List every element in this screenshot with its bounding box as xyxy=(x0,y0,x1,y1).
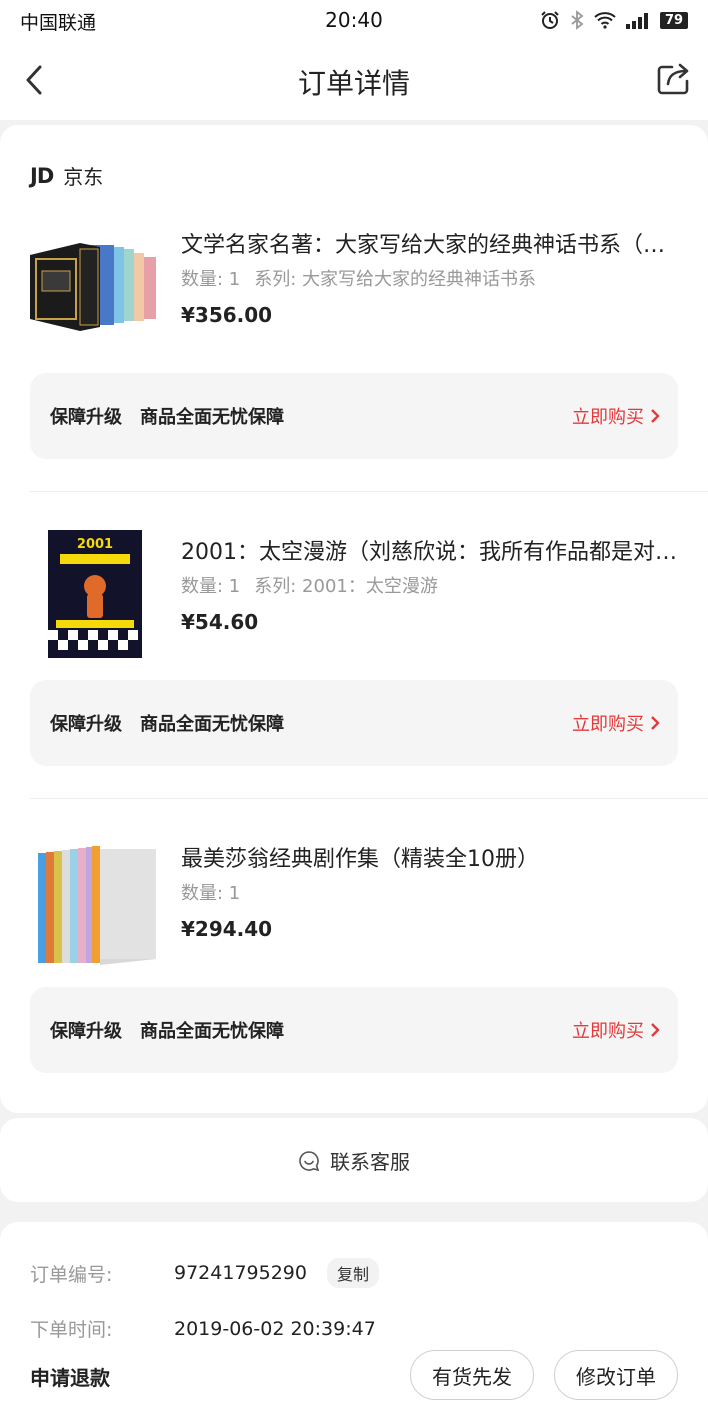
wifi-icon xyxy=(594,12,616,29)
shop-logo: JD xyxy=(30,163,54,188)
battery-indicator: 79 xyxy=(660,11,688,29)
item-quantity: 数量: 1 xyxy=(181,269,241,290)
book-cover-image: 2001 xyxy=(48,530,142,658)
contact-service-button[interactable]: 联系客服 xyxy=(0,1146,708,1175)
book-cover-image xyxy=(38,846,156,965)
share-icon[interactable] xyxy=(656,60,692,96)
bottom-action-bar: 申请退款 有货先发 修改订单 xyxy=(0,1338,708,1415)
item-meta: 数量: 1 系列: 大家写给大家的经典神话书系 xyxy=(181,265,536,291)
item-name[interactable]: 最美莎翁经典剧作集（精装全10册） xyxy=(181,841,681,873)
item-name[interactable]: 文学名家名著：大家写给大家的经典神话书系（大家写给大家的经典神话书系） xyxy=(181,227,681,259)
item-meta: 数量: 1 系列: 2001：太空漫游 xyxy=(181,572,438,598)
guarantee-desc: 商品全面无忧保障 xyxy=(140,1021,284,1042)
shop-name: 京东 xyxy=(63,165,104,189)
signal-icon xyxy=(626,13,648,29)
contact-service-card: 联系客服 xyxy=(0,1118,708,1202)
guarantee-title: 保障升级 xyxy=(50,407,122,428)
buy-now-label: 立即购买 xyxy=(572,714,644,735)
customer-service-icon xyxy=(299,1150,320,1171)
item-quantity: 数量: 1 xyxy=(181,883,241,904)
order-item[interactable]: 最美莎翁经典剧作集（精装全10册） 数量: 1 ¥294.40 保障升级 商品全… xyxy=(0,819,708,1119)
order-number-label: 订单编号: xyxy=(30,1263,113,1286)
item-quantity: 数量: 1 xyxy=(181,576,241,597)
order-item[interactable]: 文学名家名著：大家写给大家的经典神话书系（大家写给大家的经典神话书系） 数量: … xyxy=(0,205,708,505)
guarantee-desc: 商品全面无忧保障 xyxy=(140,407,284,428)
item-price: ¥294.40 xyxy=(181,917,273,941)
item-price: ¥356.00 xyxy=(181,303,273,327)
guarantee-title: 保障升级 xyxy=(50,714,122,735)
status-bar: 中国联通 20:40 79 xyxy=(0,0,708,40)
refund-button[interactable]: 申请退款 xyxy=(30,1362,110,1391)
page-title: 订单详情 xyxy=(297,67,410,100)
item-divider xyxy=(30,798,708,799)
buy-now-label: 立即购买 xyxy=(572,1021,644,1042)
buy-now-link[interactable]: 立即购买 xyxy=(572,403,660,429)
bluetooth-icon xyxy=(571,10,584,30)
item-meta: 数量: 1 xyxy=(181,879,240,905)
order-item[interactable]: 2001 2001：太空漫游（刘慈欣说：我所有作品都是对《2001：太空漫游》的… xyxy=(0,512,708,812)
alarm-icon xyxy=(541,11,559,29)
guarantee-upgrade-row[interactable]: 保障升级 商品全面无忧保障 立即购买 xyxy=(30,987,678,1073)
guarantee-desc: 商品全面无忧保障 xyxy=(140,714,284,735)
svg-text:2001: 2001 xyxy=(77,537,113,552)
item-divider xyxy=(30,491,708,492)
chevron-right-icon xyxy=(651,409,660,423)
guarantee-upgrade-row[interactable]: 保障升级 商品全面无忧保障 立即购买 xyxy=(30,680,678,766)
contact-service-label: 联系客服 xyxy=(330,1150,410,1174)
guarantee-title: 保障升级 xyxy=(50,1021,122,1042)
guarantee-upgrade-row[interactable]: 保障升级 商品全面无忧保障 立即购买 xyxy=(30,373,678,459)
status-icons: 79 xyxy=(540,9,688,31)
copy-button[interactable]: 复制 xyxy=(326,1258,379,1288)
chevron-right-icon xyxy=(651,1023,660,1037)
nav-bar: 订单详情 xyxy=(0,40,708,120)
item-series: 系列: 2001：太空漫游 xyxy=(254,576,438,597)
order-number-row: 订单编号: 97241795290 复制 xyxy=(30,1258,379,1288)
book-cover-image xyxy=(30,243,156,331)
item-name[interactable]: 2001：太空漫游（刘慈欣说：我所有作品都是对《2001：太空漫游》的拙劣模仿） xyxy=(181,534,681,566)
item-price: ¥54.60 xyxy=(181,610,259,634)
buy-now-link[interactable]: 立即购买 xyxy=(572,1017,660,1043)
order-time-value: 2019-06-02 20:39:47 xyxy=(174,1317,376,1340)
ship-first-button[interactable]: 有货先发 xyxy=(410,1350,534,1400)
order-number-value: 97241795290 xyxy=(174,1262,307,1284)
buy-now-link[interactable]: 立即购买 xyxy=(572,710,660,736)
buy-now-label: 立即购买 xyxy=(572,407,644,428)
shop-header[interactable]: JD 京东 xyxy=(30,161,103,190)
modify-order-button[interactable]: 修改订单 xyxy=(554,1350,678,1400)
item-series: 系列: 大家写给大家的经典神话书系 xyxy=(254,269,537,290)
order-items-card: JD 京东 文学名家名著：大家写给大家的经典神话书系（大家写给大家的经典神话书系… xyxy=(0,125,708,1113)
chevron-right-icon xyxy=(651,716,660,730)
